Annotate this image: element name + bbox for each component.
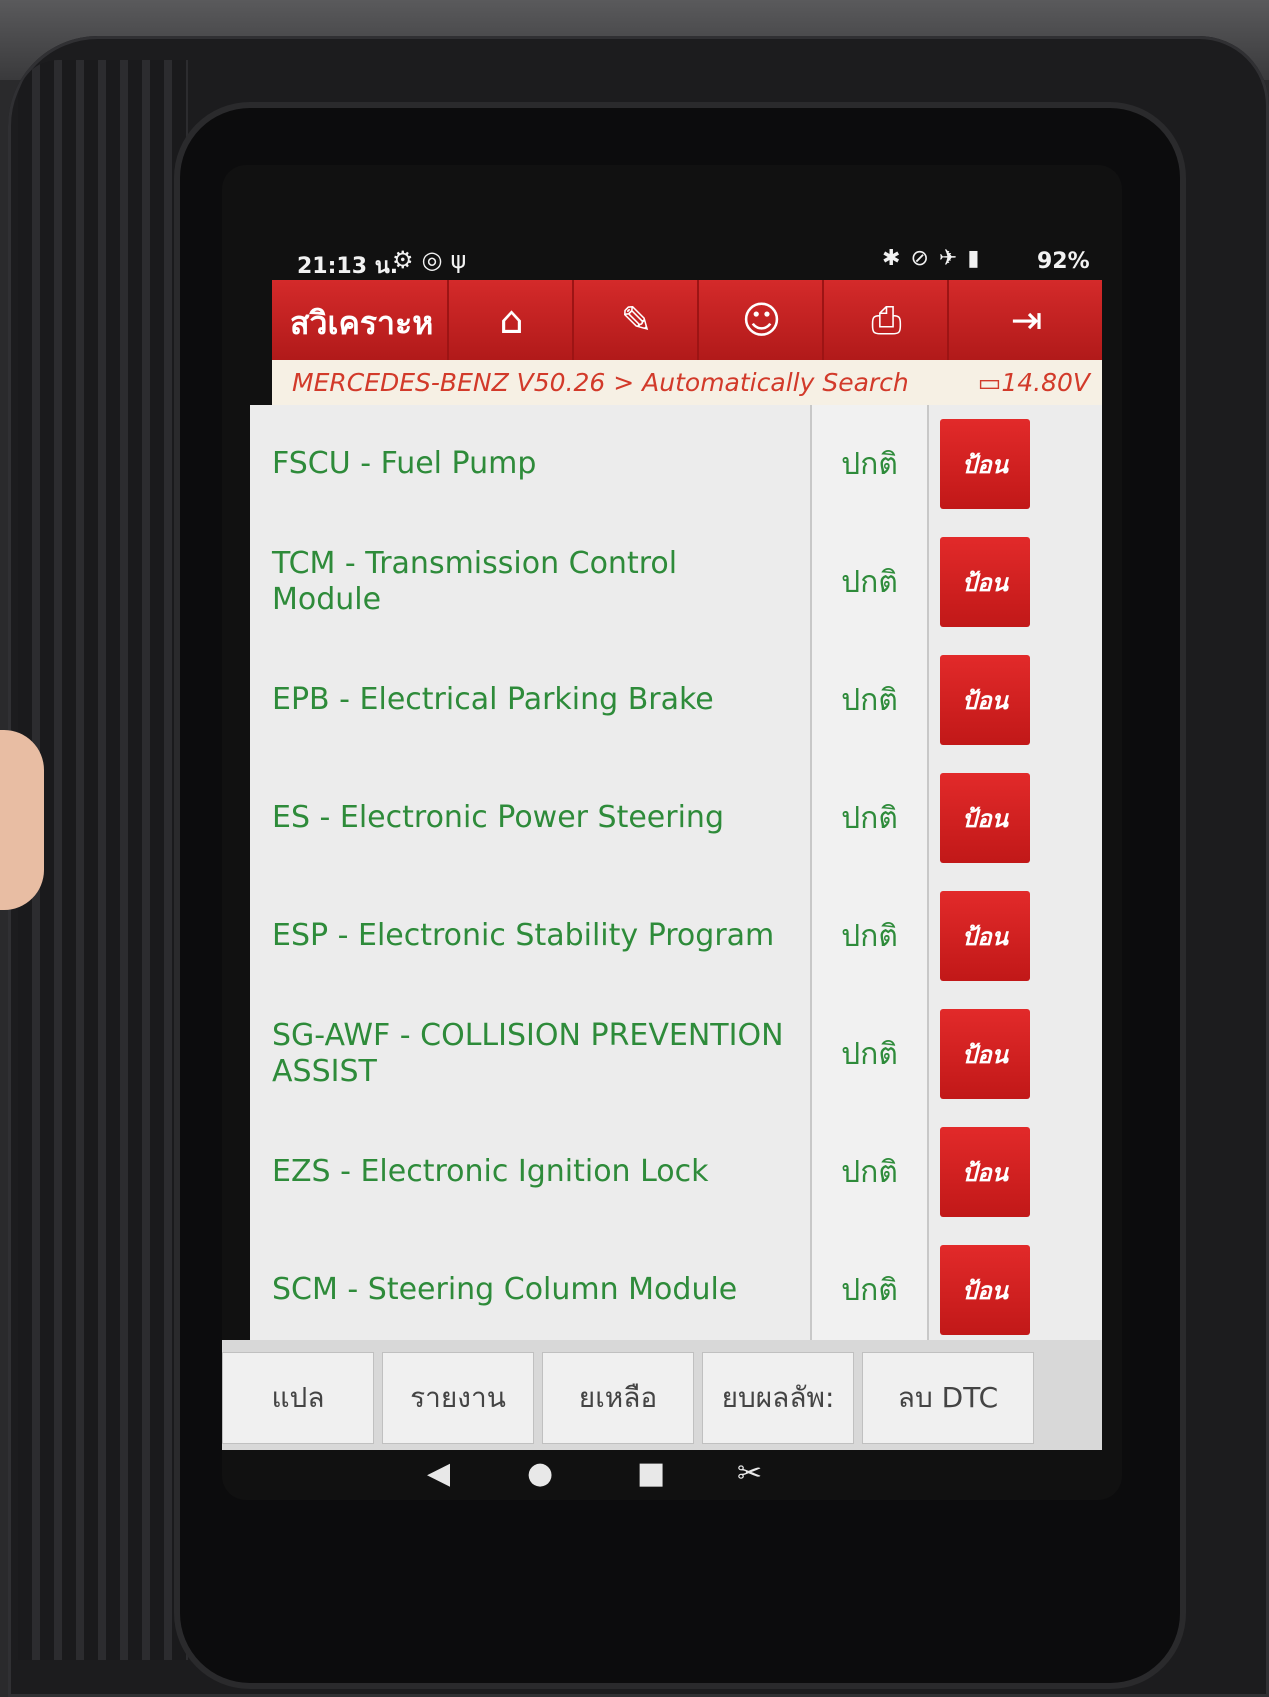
list-item: ES - Electronic Power Steering ปกติ ป้อน	[250, 759, 1102, 879]
gear-icon: ⚙	[392, 246, 422, 274]
module-status: ปกติ	[810, 523, 929, 641]
translate-button[interactable]: แปล	[222, 1352, 374, 1444]
airplane-icon: ✈	[938, 246, 968, 271]
android-nav-bar: ◀ ● ■ ✂	[222, 1450, 1122, 1500]
enter-button[interactable]: ป้อน	[940, 419, 1030, 509]
battery-level: 92%	[1037, 249, 1090, 274]
module-status: ปกติ	[810, 995, 929, 1113]
screen: 21:13 น. ⚙◎ψ ✱⊘✈▮ 92% สวิเคราะห ⌂ ✎ ☺ ⎙ …	[222, 165, 1122, 1500]
edit-button[interactable]: ✎	[572, 280, 699, 360]
app-title: สวิเคราะห	[290, 304, 434, 342]
usb-icon: ψ	[450, 246, 475, 274]
module-name: ES - Electronic Power Steering	[272, 800, 724, 835]
status-bar: 21:13 น. ⚙◎ψ ✱⊘✈▮ 92%	[222, 240, 1122, 285]
screenshot-icon[interactable]: ✂	[737, 1456, 762, 1491]
module-status: ปกติ	[810, 405, 929, 523]
list-item: SCM - Steering Column Module ปกติ ป้อน	[250, 1231, 1102, 1340]
enter-button[interactable]: ป้อน	[940, 1245, 1030, 1335]
exit-button[interactable]: ⇥	[947, 280, 1104, 360]
enter-button[interactable]: ป้อน	[940, 1127, 1030, 1217]
list-item: ESP - Electronic Stability Program ปกติ …	[250, 877, 1102, 997]
module-status: ปกติ	[810, 877, 929, 995]
clock: 21:13 น.	[297, 254, 399, 279]
report-button[interactable]: รายงาน	[382, 1352, 534, 1444]
battery-icon: ▮	[967, 246, 990, 271]
enter-button[interactable]: ป้อน	[940, 655, 1030, 745]
module-name: EPB - Electrical Parking Brake	[272, 682, 714, 717]
home-nav-icon[interactable]: ●	[527, 1456, 553, 1491]
bottom-button-bar: แปล รายงาน ยเหลือ ยบผลลัพ: ลบ DTC	[222, 1340, 1102, 1450]
module-status: ปกติ	[810, 759, 929, 877]
aperture-icon: ◎	[421, 246, 451, 274]
system-icons: ✱⊘✈▮	[882, 246, 989, 271]
list-item: SG-AWF - COLLISION PREVENTION ASSIST ปกต…	[250, 995, 1102, 1115]
module-status: ปกติ	[810, 641, 929, 759]
enter-button[interactable]: ป้อน	[940, 1009, 1030, 1099]
help-button[interactable]: ยเหลือ	[542, 1352, 694, 1444]
exit-icon: ⇥	[1010, 298, 1043, 342]
module-status: ปกติ	[810, 1231, 929, 1340]
battery-voltage: ▭14.80V	[978, 368, 1090, 397]
compare-results-button[interactable]: ยบผลลัพ:	[702, 1352, 854, 1444]
breadcrumb: MERCEDES-BENZ V50.26 > Automatically Sea…	[272, 360, 1102, 405]
list-item: TCM - Transmission Control Module ปกติ ป…	[250, 523, 1102, 643]
home-button[interactable]: ⌂	[447, 280, 574, 360]
print-icon: ⎙	[871, 297, 902, 342]
notification-icons: ⚙◎ψ	[392, 246, 474, 274]
enter-button[interactable]: ป้อน	[940, 537, 1030, 627]
list-item: EPB - Electrical Parking Brake ปกติ ป้อน	[250, 641, 1102, 761]
car-battery-icon: ▭	[977, 368, 1002, 397]
voltage-value: 14.80V	[1001, 368, 1090, 397]
edit-icon: ✎	[620, 298, 653, 342]
user-button[interactable]: ☺	[697, 280, 824, 360]
module-name: SCM - Steering Column Module	[272, 1272, 738, 1307]
breadcrumb-path: MERCEDES-BENZ V50.26 > Automatically Sea…	[292, 368, 909, 397]
list-item: FSCU - Fuel Pump ปกติ ป้อน	[250, 405, 1102, 525]
enter-button[interactable]: ป้อน	[940, 891, 1030, 981]
module-status: ปกติ	[810, 1113, 929, 1231]
user-icon: ☺	[741, 298, 782, 342]
bluetooth-icon: ✱	[882, 246, 911, 271]
module-name: ESP - Electronic Stability Program	[272, 918, 775, 953]
finger	[0, 730, 44, 910]
module-name: SG-AWF - COLLISION PREVENTION ASSIST	[272, 1018, 784, 1089]
enter-button[interactable]: ป้อน	[940, 773, 1030, 863]
module-name: FSCU - Fuel Pump	[272, 446, 537, 481]
mute-icon: ⊘	[910, 246, 939, 271]
home-icon: ⌂	[499, 298, 524, 342]
recents-icon[interactable]: ■	[637, 1456, 665, 1491]
back-icon[interactable]: ◀	[427, 1456, 450, 1491]
module-name: TCM - Transmission Control Module	[272, 546, 678, 617]
clear-dtc-button[interactable]: ลบ DTC	[862, 1352, 1034, 1444]
toolbar: สวิเคราะห ⌂ ✎ ☺ ⎙ ⇥	[272, 280, 1102, 360]
module-list: FSCU - Fuel Pump ปกติ ป้อน TCM - Transmi…	[250, 405, 1102, 1340]
print-button[interactable]: ⎙	[822, 280, 949, 360]
module-name: EZS - Electronic Ignition Lock	[272, 1154, 709, 1189]
list-item: EZS - Electronic Ignition Lock ปกติ ป้อน	[250, 1113, 1102, 1233]
